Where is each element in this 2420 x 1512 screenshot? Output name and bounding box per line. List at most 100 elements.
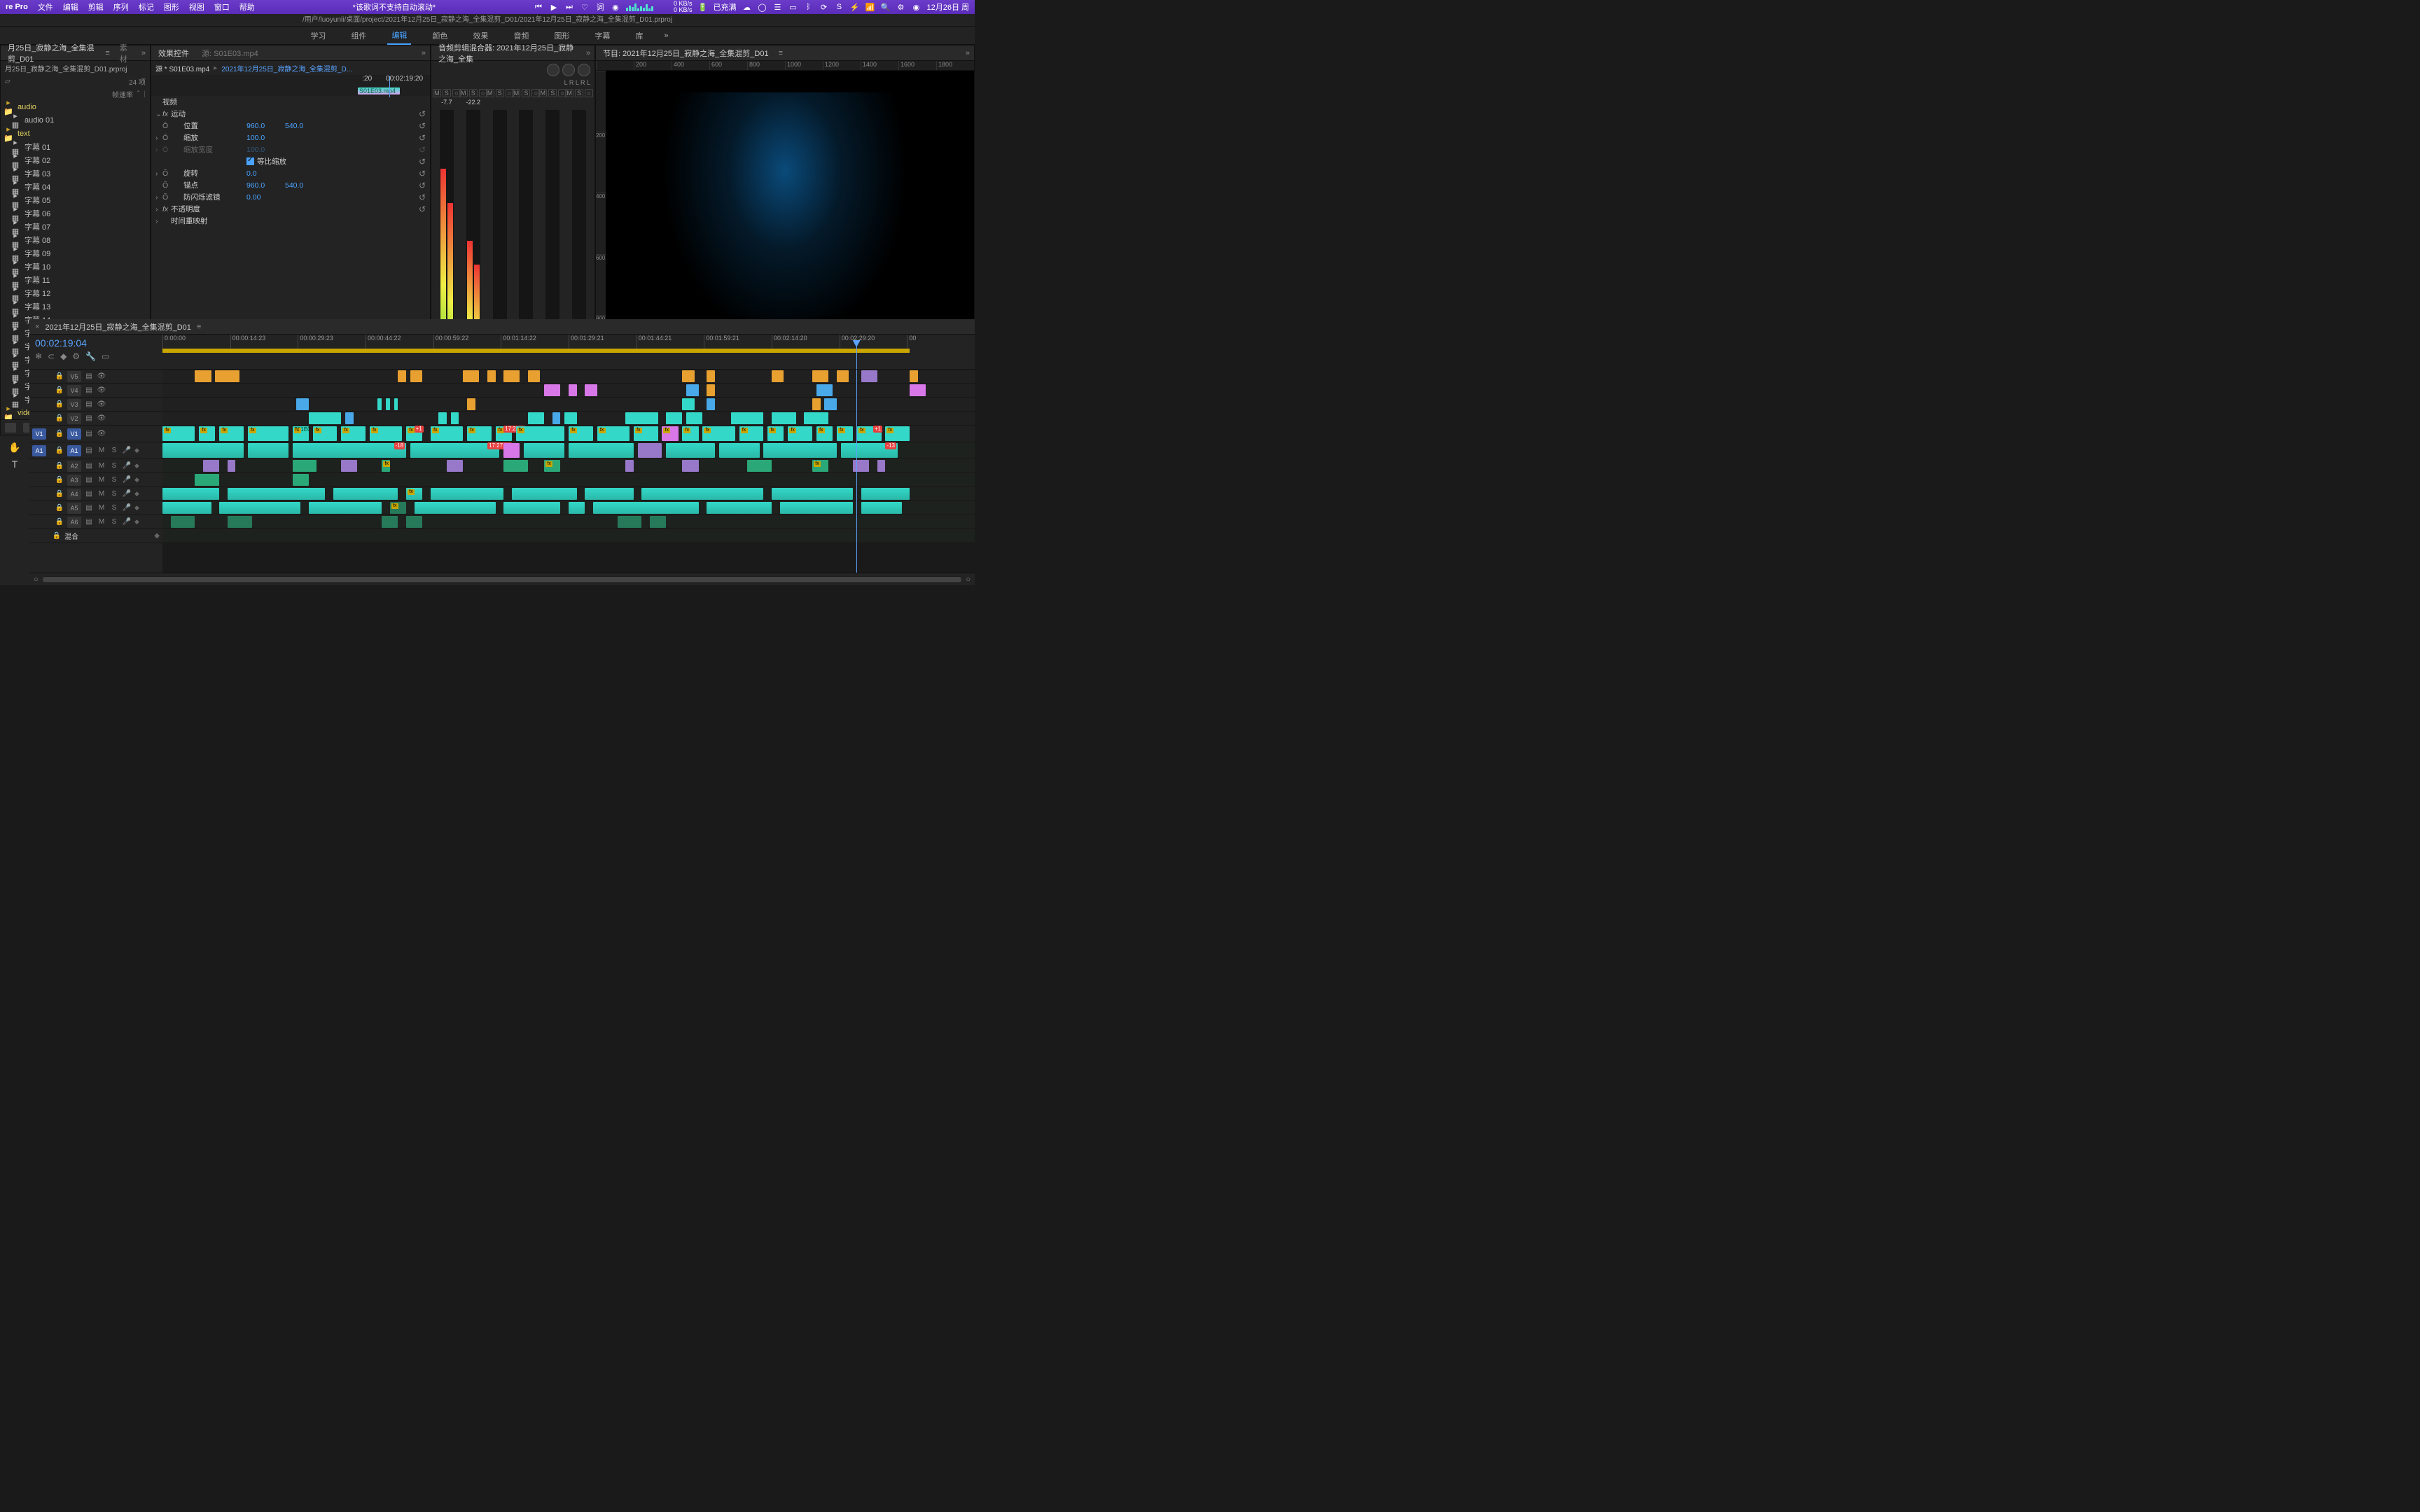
mute-button[interactable]: M [538,89,547,97]
program-tab[interactable]: 节目: 2021年12月25日_寂静之海_全集混剪_D01 [600,46,772,61]
audio-clip[interactable] [228,460,236,472]
prev-track-icon[interactable]: ⏮ [534,2,543,12]
video-track-header[interactable]: 🔒 V2 ▤ 👁 [29,412,162,426]
mute-icon[interactable]: M [97,462,106,470]
sync-icon[interactable]: ⟳ [819,2,828,12]
video-clip[interactable] [812,370,828,382]
audio-track-lane[interactable]: fxfxfx [162,459,975,473]
audio-clip[interactable] [772,488,853,500]
type-tool[interactable]: T [5,456,25,472]
mute-button[interactable]: M [512,89,520,97]
video-clip[interactable] [686,384,698,396]
spotlight-icon[interactable]: 🔍 [880,2,890,12]
video-clip[interactable]: fx [199,426,215,441]
video-clip[interactable] [398,370,406,382]
audio-clip[interactable] [293,460,317,472]
audio-clip[interactable] [763,443,836,458]
stopwatch-icon[interactable]: Ŏ [162,134,169,142]
ws-tab-captions[interactable]: 字幕 [590,27,614,44]
audio-clip[interactable] [666,443,715,458]
scale-v[interactable]: 100.0 [246,134,285,142]
date-time[interactable]: 12月26日 周 [926,1,969,13]
bin-item[interactable]: ▸ ▦字幕 11 [1,273,150,286]
bin-item[interactable]: ▸ ▦字幕 09 [1,246,150,260]
ec-opacity[interactable]: 不透明度 [171,204,248,214]
video-clip[interactable] [625,412,658,424]
sync-lock-icon[interactable]: ▤ [84,504,94,512]
list-view-icon[interactable] [5,423,16,433]
audio-clip[interactable]: fx [544,460,560,472]
track-target[interactable]: A3 [67,475,81,486]
timeline-playhead-line[interactable] [856,370,857,573]
audio-track-lane[interactable] [162,473,975,487]
hand-tool[interactable]: ✋ [5,440,25,455]
lock-icon[interactable]: 🔒 [55,462,64,470]
audio-track-lane[interactable]: fx [162,487,975,501]
video-clip[interactable] [215,370,239,382]
voice-icon[interactable]: 🎤 [122,490,132,498]
siri-icon[interactable]: ◉ [911,2,921,12]
lock-icon[interactable]: 🔒 [55,386,64,394]
pan-knob[interactable] [562,64,575,76]
video-clip[interactable]: fx [467,426,492,441]
display-icon[interactable]: ▭ [788,2,798,12]
audio-track-lane[interactable] [162,515,975,529]
mix-track-lane[interactable] [162,529,975,543]
sort-dir-icon[interactable]: ˆ [137,90,139,98]
audio-clip[interactable] [503,502,560,514]
sync-lock-icon[interactable]: ▤ [84,386,94,394]
bin-item[interactable]: ▸ ▦字幕 01 [1,140,150,153]
video-clip[interactable]: fx [634,426,658,441]
keyframe-icon[interactable]: ◆ [134,504,139,512]
sequence-name[interactable]: 2021年12月25日_寂静之海_全集混剪_D01 [45,321,190,332]
ec-playhead[interactable] [389,76,390,97]
flicker-v[interactable]: 0.00 [246,193,285,202]
video-clip[interactable]: fx [341,426,366,441]
ec-clip-bar[interactable]: S01E03.mp4 [358,88,400,94]
app-s-icon[interactable]: S [834,2,844,12]
video-clip[interactable] [487,370,496,382]
lock-icon[interactable]: 🔒 [55,414,64,422]
audio-clip[interactable] [593,502,699,514]
reset-icon[interactable]: ↺ [419,109,426,119]
video-clip[interactable] [861,370,877,382]
sync-lock-icon[interactable]: ▤ [84,414,94,422]
video-clip[interactable]: fx [739,426,764,441]
audio-clip[interactable] [512,488,577,500]
audio-clip[interactable] [431,488,503,500]
menu-file[interactable]: 文件 [38,1,53,13]
eye-icon[interactable]: 👁 [97,430,106,438]
program-tab-menu-icon[interactable]: ≡ [779,49,783,57]
menu-window[interactable]: 窗口 [214,1,230,13]
video-clip[interactable]: fx [162,426,195,441]
video-track-header[interactable]: 🔒 V3 ▤ 👁 [29,398,162,412]
video-clip[interactable] [731,412,763,424]
track-target[interactable]: A4 [67,489,81,500]
mute-icon[interactable]: M [97,518,106,526]
audio-clip[interactable] [341,460,357,472]
sync-lock-icon[interactable]: ▤ [84,400,94,408]
keyframe-icon[interactable]: ◆ [134,447,139,454]
ec-motion[interactable]: 运动 [171,108,248,119]
twirl-icon[interactable]: › [155,134,162,142]
marker-icon[interactable]: ◆ [60,351,67,361]
bin-item[interactable]: ▸ ▦字幕 10 [1,260,150,273]
sequence-menu-icon[interactable]: ≡ [197,323,201,331]
sync-lock-icon[interactable]: ▤ [84,518,94,526]
audio-clip[interactable] [877,460,886,472]
video-clip[interactable] [707,398,715,410]
audio-clip[interactable] [503,460,528,472]
video-clip[interactable] [345,412,354,424]
disc-icon[interactable]: ◉ [611,2,620,12]
video-clip[interactable] [467,398,475,410]
record-button[interactable]: ○ [585,89,593,97]
ws-tab-editing[interactable]: 编辑 [387,27,411,45]
track-target[interactable]: A5 [67,503,81,514]
clip-marker[interactable]: +1 [873,426,882,433]
reset-icon[interactable]: ↺ [419,192,426,202]
filter-icon[interactable]: ▱ [5,78,11,85]
video-clip[interactable] [804,412,828,424]
zoom-out-icon[interactable]: ○ [34,575,39,584]
mute-icon[interactable]: M [97,490,106,498]
rotation-v[interactable]: 0.0 [246,169,285,178]
